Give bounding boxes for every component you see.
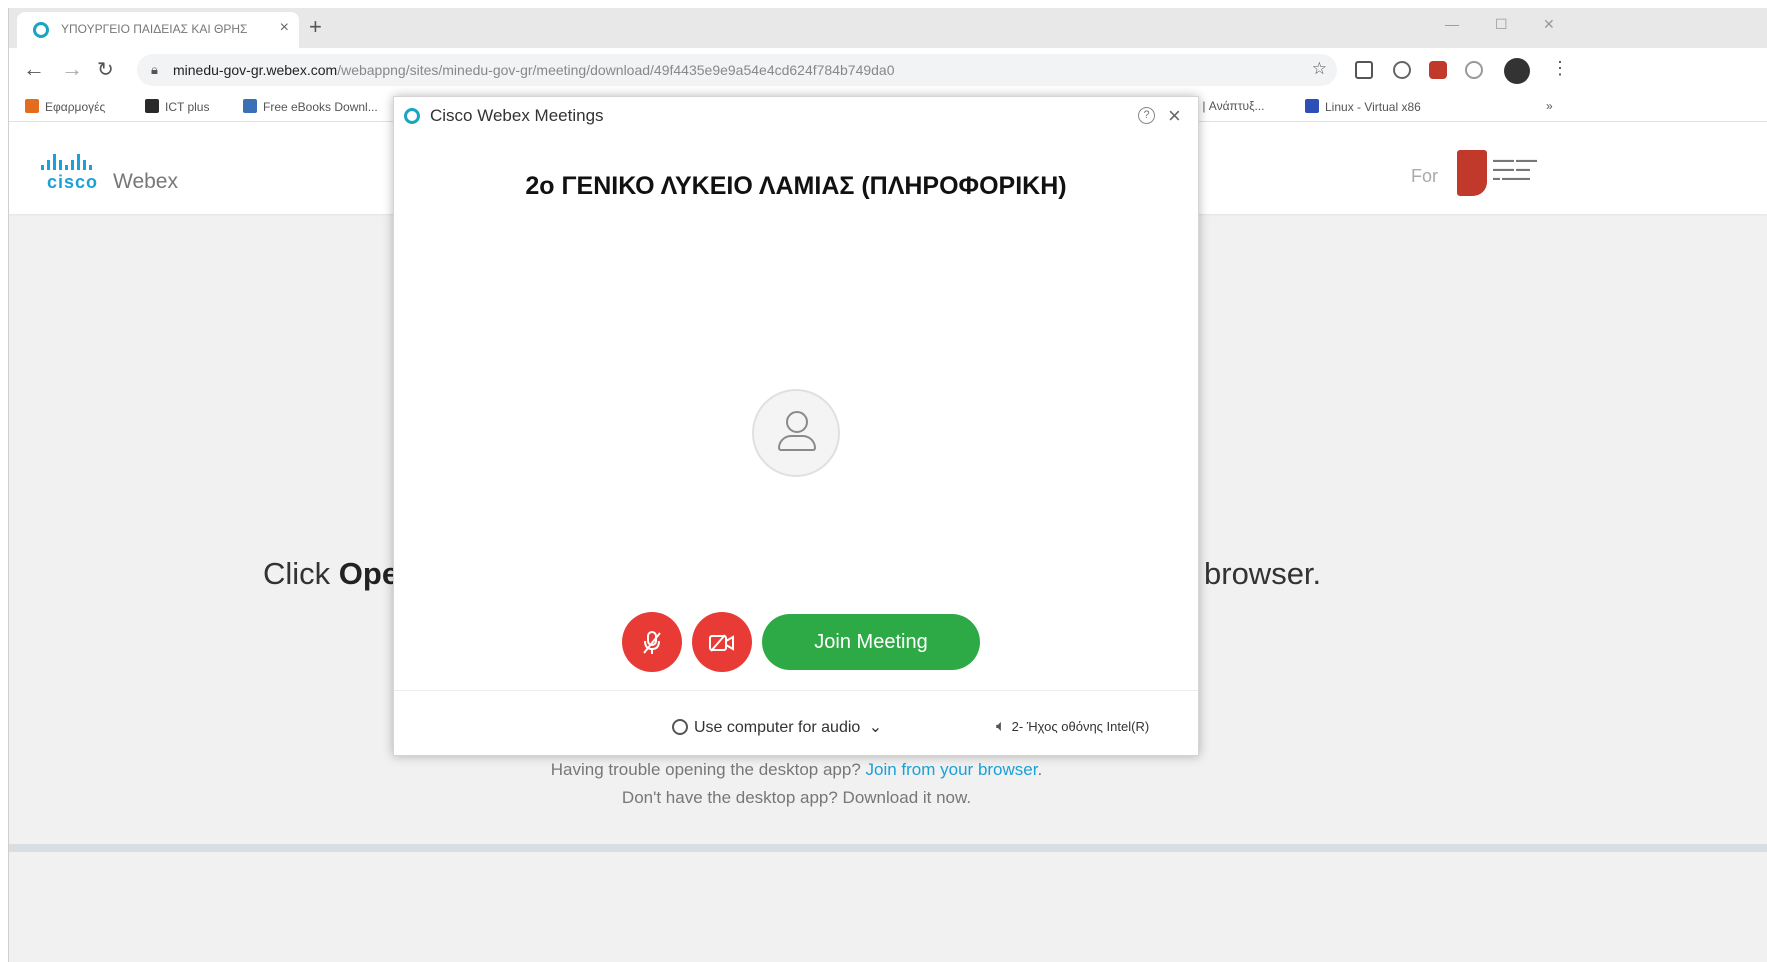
- instruction-text-end: browser.: [1204, 556, 1322, 591]
- for-label: For: [1411, 166, 1438, 186]
- browser-window: ΥΠΟΥΡΓΕΙΟ ΠΑΙΔΕΙΑΣ ΚΑΙ ΘΡΗΣ × + — ☐ ✕ ← …: [8, 8, 1767, 962]
- acrobat-extension-icon[interactable]: [1465, 61, 1483, 79]
- extension-icon[interactable]: [1393, 61, 1411, 79]
- bookmark-free-ebooks[interactable]: Free eBooks Downl...: [243, 99, 378, 114]
- cisco-wordmark: cisco: [47, 172, 99, 192]
- person-body-icon: [778, 435, 816, 451]
- forward-icon[interactable]: →: [61, 56, 83, 82]
- linux-icon: [1305, 99, 1319, 113]
- speaker-icon: 🔈︎: [996, 718, 1006, 735]
- webex-favicon-icon: [33, 22, 49, 38]
- bookmark-ict-plus[interactable]: ICT plus: [145, 99, 209, 114]
- meeting-name: 2ο ΓΕΝΙΚΟ ΛΥΚΕΙΟ ΛΑΜΙΑΣ (ΠΛΗΡΟΦΟΡΙΚΗ): [525, 172, 1067, 200]
- video-off-icon: [709, 634, 734, 652]
- browser-toolbar: ← → ↻ 🔒︎ minedu-gov-gr.webex.com/webappn…: [9, 48, 1767, 92]
- audio-connection-icon: [672, 719, 688, 735]
- bookmarks-overflow-icon[interactable]: »: [1546, 99, 1553, 113]
- ministry-logo-icon: [1457, 150, 1487, 196]
- microphone-muted-icon: [643, 630, 661, 654]
- browser-menu-icon[interactable]: ⋮: [1551, 58, 1569, 79]
- ict-icon: [145, 99, 159, 113]
- url-text: minedu-gov-gr.webex.com/webappng/sites/m…: [173, 62, 895, 78]
- apps-grid-icon: [25, 99, 39, 113]
- avatar: [752, 389, 840, 477]
- tab-title: ΥΠΟΥΡΓΕΙΟ ΠΑΙΔΕΙΑΣ ΚΑΙ ΘΡΗΣ: [61, 22, 248, 36]
- reload-icon[interactable]: ↻: [97, 57, 114, 82]
- bookmark-anaptyxi[interactable]: r | Ανάπτυξ...: [1195, 99, 1264, 113]
- browser-tab[interactable]: ΥΠΟΥΡΓΕΙΟ ΠΑΙΔΕΙΑΣ ΚΑΙ ΘΡΗΣ ×: [17, 12, 299, 48]
- tab-close-button[interactable]: ×: [280, 19, 289, 37]
- new-tab-button[interactable]: +: [309, 14, 322, 40]
- trouble-text: Having trouble opening the desktop app? …: [550, 760, 1043, 779]
- cisco-logo-icon: [41, 152, 95, 170]
- ebook-icon: [243, 99, 257, 113]
- profile-avatar[interactable]: [1504, 58, 1530, 84]
- minimize-icon[interactable]: —: [1445, 16, 1459, 32]
- webex-meetings-dialog: Cisco Webex Meetings ? × 2ο ΓΕΝΙΚΟ ΛΥΚΕΙ…: [393, 96, 1199, 756]
- mute-button[interactable]: [622, 612, 682, 672]
- webex-wordmark: Webex: [113, 170, 178, 193]
- ministry-logo-text: ▬▬▬ ▬▬▬ ▬▬▬ ▬▬ ▬ ▬▬▬▬: [1493, 157, 1537, 182]
- speaker-device-selector[interactable]: 🔈︎ 2- Ήχος οθόνης Intel(R): [996, 718, 1149, 736]
- bottom-strip: [9, 844, 1767, 852]
- join-meeting-button[interactable]: Join Meeting: [762, 614, 980, 670]
- maximize-icon[interactable]: ☐: [1495, 16, 1508, 33]
- video-button[interactable]: [692, 612, 752, 672]
- divider: [394, 690, 1198, 691]
- dialog-title: Cisco Webex Meetings: [430, 106, 604, 125]
- tab-strip: ΥΠΟΥΡΓΕΙΟ ΠΑΙΔΕΙΑΣ ΚΑΙ ΘΡΗΣ × + — ☐ ✕: [9, 8, 1767, 48]
- help-icon[interactable]: ?: [1138, 107, 1155, 124]
- instruction-text: Click Ope: [263, 556, 400, 591]
- bookmark-star-icon[interactable]: ☆: [1312, 59, 1327, 79]
- download-text[interactable]: Don't have the desktop app? Download it …: [9, 788, 1584, 808]
- lock-icon: 🔒︎: [151, 62, 158, 77]
- drive-extension-icon[interactable]: [1355, 61, 1373, 79]
- back-icon[interactable]: ←: [23, 56, 45, 82]
- window-close-icon[interactable]: ✕: [1543, 16, 1555, 33]
- dialog-close-button[interactable]: ×: [1168, 103, 1181, 129]
- chevron-down-icon: ⌄: [868, 719, 883, 736]
- bookmark-linux-virtual[interactable]: Linux - Virtual x86: [1305, 99, 1421, 114]
- join-from-browser-link[interactable]: Join from your browser: [866, 760, 1038, 779]
- webex-app-icon: [404, 108, 420, 124]
- pdf-extension-icon[interactable]: [1429, 61, 1447, 79]
- address-bar[interactable]: 🔒︎ minedu-gov-gr.webex.com/webappng/site…: [137, 54, 1337, 86]
- audio-option-dropdown[interactable]: Use computer for audio ⌄: [672, 717, 882, 737]
- bookmark-apps[interactable]: Εφαρμογές: [25, 99, 105, 114]
- person-head-icon: [786, 411, 808, 433]
